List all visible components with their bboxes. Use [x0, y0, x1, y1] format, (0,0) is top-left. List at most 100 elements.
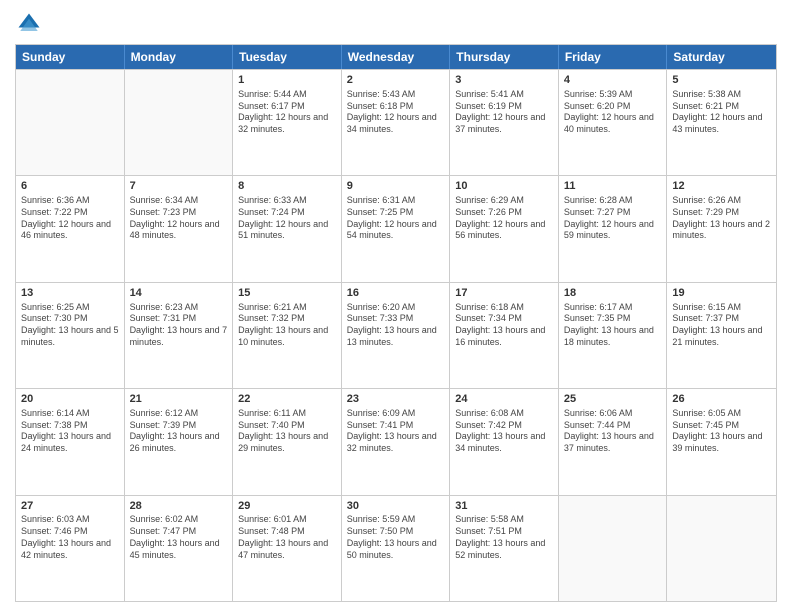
cell-info: Sunrise: 5:38 AM Sunset: 6:21 PM Dayligh… — [672, 89, 771, 136]
cell-day-number: 19 — [672, 286, 771, 301]
cell-info: Sunrise: 5:59 AM Sunset: 7:50 PM Dayligh… — [347, 514, 445, 561]
cell-info: Sunrise: 6:11 AM Sunset: 7:40 PM Dayligh… — [238, 408, 336, 455]
cell-info: Sunrise: 6:05 AM Sunset: 7:45 PM Dayligh… — [672, 408, 771, 455]
cell-info: Sunrise: 6:17 AM Sunset: 7:35 PM Dayligh… — [564, 302, 662, 349]
cell-day-number: 24 — [455, 392, 553, 407]
cell-day-number: 10 — [455, 179, 553, 194]
cell-day-number: 20 — [21, 392, 119, 407]
calendar-cell: 30Sunrise: 5:59 AM Sunset: 7:50 PM Dayli… — [342, 496, 451, 601]
cell-day-number: 25 — [564, 392, 662, 407]
calendar-cell: 25Sunrise: 6:06 AM Sunset: 7:44 PM Dayli… — [559, 389, 668, 494]
calendar-row: 1Sunrise: 5:44 AM Sunset: 6:17 PM Daylig… — [16, 69, 776, 175]
calendar-cell: 26Sunrise: 6:05 AM Sunset: 7:45 PM Dayli… — [667, 389, 776, 494]
cell-day-number: 12 — [672, 179, 771, 194]
calendar-cell: 20Sunrise: 6:14 AM Sunset: 7:38 PM Dayli… — [16, 389, 125, 494]
cell-info: Sunrise: 6:29 AM Sunset: 7:26 PM Dayligh… — [455, 195, 553, 242]
calendar-cell: 22Sunrise: 6:11 AM Sunset: 7:40 PM Dayli… — [233, 389, 342, 494]
cell-info: Sunrise: 6:18 AM Sunset: 7:34 PM Dayligh… — [455, 302, 553, 349]
cell-day-number: 17 — [455, 286, 553, 301]
cell-info: Sunrise: 6:36 AM Sunset: 7:22 PM Dayligh… — [21, 195, 119, 242]
cell-day-number: 8 — [238, 179, 336, 194]
cell-info: Sunrise: 6:33 AM Sunset: 7:24 PM Dayligh… — [238, 195, 336, 242]
cell-info: Sunrise: 6:21 AM Sunset: 7:32 PM Dayligh… — [238, 302, 336, 349]
calendar-cell: 31Sunrise: 5:58 AM Sunset: 7:51 PM Dayli… — [450, 496, 559, 601]
cell-day-number: 4 — [564, 73, 662, 88]
calendar: SundayMondayTuesdayWednesdayThursdayFrid… — [15, 44, 777, 602]
calendar-cell: 13Sunrise: 6:25 AM Sunset: 7:30 PM Dayli… — [16, 283, 125, 388]
cell-info: Sunrise: 6:20 AM Sunset: 7:33 PM Dayligh… — [347, 302, 445, 349]
cell-day-number: 27 — [21, 499, 119, 514]
cell-day-number: 15 — [238, 286, 336, 301]
cell-day-number: 3 — [455, 73, 553, 88]
calendar-cell: 3Sunrise: 5:41 AM Sunset: 6:19 PM Daylig… — [450, 70, 559, 175]
calendar-cell: 19Sunrise: 6:15 AM Sunset: 7:37 PM Dayli… — [667, 283, 776, 388]
calendar-header-cell: Tuesday — [233, 45, 342, 69]
calendar-cell — [125, 70, 234, 175]
cell-day-number: 14 — [130, 286, 228, 301]
calendar-cell: 4Sunrise: 5:39 AM Sunset: 6:20 PM Daylig… — [559, 70, 668, 175]
cell-day-number: 21 — [130, 392, 228, 407]
page: SundayMondayTuesdayWednesdayThursdayFrid… — [0, 0, 792, 612]
cell-info: Sunrise: 6:23 AM Sunset: 7:31 PM Dayligh… — [130, 302, 228, 349]
cell-info: Sunrise: 6:31 AM Sunset: 7:25 PM Dayligh… — [347, 195, 445, 242]
calendar-header-cell: Monday — [125, 45, 234, 69]
cell-day-number: 29 — [238, 499, 336, 514]
calendar-cell: 7Sunrise: 6:34 AM Sunset: 7:23 PM Daylig… — [125, 176, 234, 281]
cell-info: Sunrise: 6:01 AM Sunset: 7:48 PM Dayligh… — [238, 514, 336, 561]
cell-day-number: 23 — [347, 392, 445, 407]
cell-info: Sunrise: 6:25 AM Sunset: 7:30 PM Dayligh… — [21, 302, 119, 349]
calendar-cell: 28Sunrise: 6:02 AM Sunset: 7:47 PM Dayli… — [125, 496, 234, 601]
cell-info: Sunrise: 5:43 AM Sunset: 6:18 PM Dayligh… — [347, 89, 445, 136]
cell-day-number: 28 — [130, 499, 228, 514]
cell-day-number: 31 — [455, 499, 553, 514]
calendar-cell: 9Sunrise: 6:31 AM Sunset: 7:25 PM Daylig… — [342, 176, 451, 281]
cell-info: Sunrise: 6:06 AM Sunset: 7:44 PM Dayligh… — [564, 408, 662, 455]
cell-info: Sunrise: 6:28 AM Sunset: 7:27 PM Dayligh… — [564, 195, 662, 242]
calendar-row: 6Sunrise: 6:36 AM Sunset: 7:22 PM Daylig… — [16, 175, 776, 281]
cell-day-number: 22 — [238, 392, 336, 407]
cell-info: Sunrise: 6:15 AM Sunset: 7:37 PM Dayligh… — [672, 302, 771, 349]
cell-info: Sunrise: 6:03 AM Sunset: 7:46 PM Dayligh… — [21, 514, 119, 561]
calendar-cell: 17Sunrise: 6:18 AM Sunset: 7:34 PM Dayli… — [450, 283, 559, 388]
cell-info: Sunrise: 6:14 AM Sunset: 7:38 PM Dayligh… — [21, 408, 119, 455]
calendar-cell: 15Sunrise: 6:21 AM Sunset: 7:32 PM Dayli… — [233, 283, 342, 388]
cell-day-number: 7 — [130, 179, 228, 194]
cell-day-number: 2 — [347, 73, 445, 88]
calendar-cell: 5Sunrise: 5:38 AM Sunset: 6:21 PM Daylig… — [667, 70, 776, 175]
cell-day-number: 5 — [672, 73, 771, 88]
calendar-cell: 27Sunrise: 6:03 AM Sunset: 7:46 PM Dayli… — [16, 496, 125, 601]
calendar-body: 1Sunrise: 5:44 AM Sunset: 6:17 PM Daylig… — [16, 69, 776, 601]
calendar-cell: 6Sunrise: 6:36 AM Sunset: 7:22 PM Daylig… — [16, 176, 125, 281]
calendar-header-cell: Wednesday — [342, 45, 451, 69]
calendar-cell: 24Sunrise: 6:08 AM Sunset: 7:42 PM Dayli… — [450, 389, 559, 494]
cell-day-number: 13 — [21, 286, 119, 301]
calendar-cell: 29Sunrise: 6:01 AM Sunset: 7:48 PM Dayli… — [233, 496, 342, 601]
calendar-row: 13Sunrise: 6:25 AM Sunset: 7:30 PM Dayli… — [16, 282, 776, 388]
cell-day-number: 26 — [672, 392, 771, 407]
logo-icon — [15, 10, 43, 38]
cell-day-number: 18 — [564, 286, 662, 301]
cell-day-number: 6 — [21, 179, 119, 194]
calendar-header-cell: Thursday — [450, 45, 559, 69]
calendar-cell: 14Sunrise: 6:23 AM Sunset: 7:31 PM Dayli… — [125, 283, 234, 388]
cell-info: Sunrise: 6:08 AM Sunset: 7:42 PM Dayligh… — [455, 408, 553, 455]
cell-info: Sunrise: 5:41 AM Sunset: 6:19 PM Dayligh… — [455, 89, 553, 136]
cell-info: Sunrise: 5:58 AM Sunset: 7:51 PM Dayligh… — [455, 514, 553, 561]
calendar-cell: 8Sunrise: 6:33 AM Sunset: 7:24 PM Daylig… — [233, 176, 342, 281]
calendar-cell: 23Sunrise: 6:09 AM Sunset: 7:41 PM Dayli… — [342, 389, 451, 494]
calendar-header-cell: Friday — [559, 45, 668, 69]
calendar-cell: 18Sunrise: 6:17 AM Sunset: 7:35 PM Dayli… — [559, 283, 668, 388]
calendar-cell — [16, 70, 125, 175]
calendar-cell: 10Sunrise: 6:29 AM Sunset: 7:26 PM Dayli… — [450, 176, 559, 281]
cell-day-number: 9 — [347, 179, 445, 194]
cell-day-number: 30 — [347, 499, 445, 514]
cell-info: Sunrise: 6:09 AM Sunset: 7:41 PM Dayligh… — [347, 408, 445, 455]
calendar-cell: 11Sunrise: 6:28 AM Sunset: 7:27 PM Dayli… — [559, 176, 668, 281]
cell-info: Sunrise: 6:12 AM Sunset: 7:39 PM Dayligh… — [130, 408, 228, 455]
cell-info: Sunrise: 6:02 AM Sunset: 7:47 PM Dayligh… — [130, 514, 228, 561]
calendar-row: 20Sunrise: 6:14 AM Sunset: 7:38 PM Dayli… — [16, 388, 776, 494]
cell-day-number: 11 — [564, 179, 662, 194]
calendar-cell: 12Sunrise: 6:26 AM Sunset: 7:29 PM Dayli… — [667, 176, 776, 281]
calendar-cell: 1Sunrise: 5:44 AM Sunset: 6:17 PM Daylig… — [233, 70, 342, 175]
logo — [15, 10, 47, 38]
